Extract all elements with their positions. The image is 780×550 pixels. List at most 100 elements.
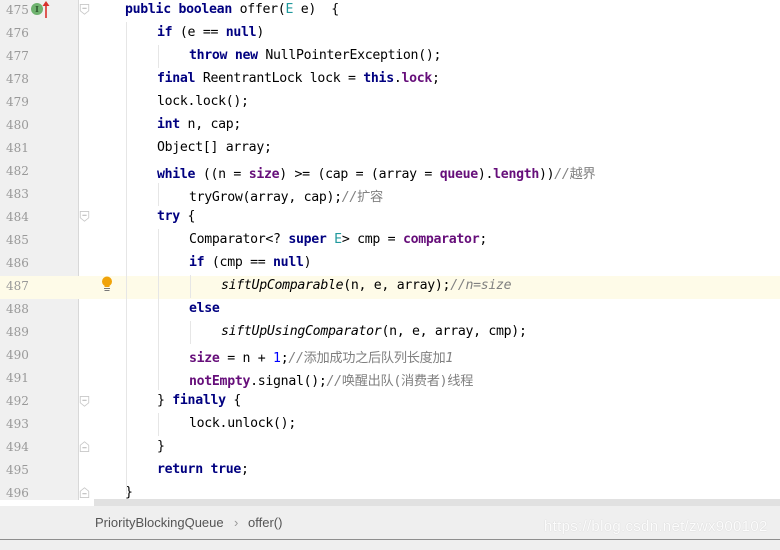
code-line[interactable]: 482 while ((n = size) >= (cap = (array = … xyxy=(0,161,780,184)
horizontal-scrollbar[interactable] xyxy=(94,499,780,506)
code-text[interactable]: else xyxy=(189,301,220,316)
code-line[interactable]: 478 final ReentrantLock lock = this.lock; xyxy=(0,69,780,92)
code-token: (n, e, array, cmp); xyxy=(381,324,527,339)
line-number[interactable]: 486 xyxy=(6,256,36,270)
code-line[interactable]: 486 if (cmp == null) xyxy=(0,253,780,276)
code-line[interactable]: 491 notEmpty.signal();//唤醒出队(消费者)线程 xyxy=(0,368,780,391)
code-line[interactable]: 490 size = n + 1;//添加成功之后队列长度加1 xyxy=(0,345,780,368)
code-line[interactable]: 488 else xyxy=(0,299,780,322)
code-token: ; xyxy=(241,462,249,477)
code-text[interactable]: int n, cap; xyxy=(157,117,241,132)
line-number[interactable]: 490 xyxy=(6,348,36,362)
code-line[interactable]: 484 try { xyxy=(0,207,780,230)
code-text[interactable]: while ((n = size) >= (cap = (array = que… xyxy=(157,163,596,182)
line-number[interactable]: 485 xyxy=(6,233,36,247)
line-number[interactable]: 487 xyxy=(6,279,36,293)
line-number[interactable]: 480 xyxy=(6,118,36,132)
fold-collapse-icon[interactable] xyxy=(79,4,90,15)
line-number[interactable]: 478 xyxy=(6,72,36,86)
code-token: this xyxy=(363,71,394,86)
line-number[interactable]: 492 xyxy=(6,394,36,408)
code-line[interactable]: 483 tryGrow(array, cap);//扩容 xyxy=(0,184,780,207)
code-token: public xyxy=(125,2,171,17)
code-token: return xyxy=(157,462,203,477)
code-line[interactable]: 481 Object[] array; xyxy=(0,138,780,161)
code-line[interactable]: 475 public boolean offer(E e) { xyxy=(0,0,780,23)
line-number[interactable]: 488 xyxy=(6,302,36,316)
line-number[interactable]: 494 xyxy=(6,440,36,454)
line-number[interactable]: 489 xyxy=(6,325,36,339)
indent-guide xyxy=(158,183,159,206)
code-text[interactable]: if (cmp == null) xyxy=(189,255,312,270)
code-text[interactable]: } xyxy=(157,439,165,454)
code-text[interactable]: lock.lock(); xyxy=(157,94,249,109)
code-text[interactable]: notEmpty.signal();//唤醒出队(消费者)线程 xyxy=(189,370,473,389)
code-token: n, cap; xyxy=(179,117,242,132)
overriding-arrow-icon[interactable] xyxy=(42,1,50,19)
code-line[interactable]: 495 return true; xyxy=(0,460,780,483)
fold-expand-end-icon[interactable] xyxy=(79,441,90,452)
code-token: else xyxy=(189,301,220,316)
code-token: ; xyxy=(432,71,440,86)
code-text[interactable]: final ReentrantLock lock = this.lock; xyxy=(157,71,440,86)
code-token: { xyxy=(179,209,196,224)
breadcrumb-item-class[interactable]: PriorityBlockingQueue xyxy=(95,515,224,530)
code-token: .signal(); xyxy=(250,374,327,389)
code-text[interactable]: } finally { xyxy=(157,393,241,408)
code-text[interactable]: Object[] array; xyxy=(157,140,272,155)
code-line[interactable]: 476 if (e == null) xyxy=(0,23,780,46)
code-line[interactable]: 492 } finally { xyxy=(0,391,780,414)
breadcrumb-item-method[interactable]: offer() xyxy=(248,515,282,530)
code-text[interactable]: try { xyxy=(157,209,196,224)
code-line[interactable]: 485 Comparator<? super E> cmp = comparato… xyxy=(0,230,780,253)
line-number[interactable]: 483 xyxy=(6,187,36,201)
line-number[interactable]: 491 xyxy=(6,371,36,385)
code-line[interactable]: 489 siftUpUsingComparator(n, e, array, cm… xyxy=(0,322,780,345)
fold-collapse-icon[interactable] xyxy=(79,396,90,407)
line-number[interactable]: 493 xyxy=(6,417,36,431)
code-token: ) xyxy=(256,25,264,40)
line-number[interactable]: 496 xyxy=(6,486,36,500)
code-token: siftUpComparable xyxy=(221,278,344,293)
fold-collapse-icon[interactable] xyxy=(79,211,90,222)
code-line[interactable]: 496} xyxy=(0,483,780,500)
code-token: 扩容 xyxy=(357,190,383,205)
intention-lightbulb-icon[interactable] xyxy=(101,276,113,292)
code-token: // xyxy=(288,351,304,366)
code-text[interactable]: lock.unlock(); xyxy=(189,416,296,431)
line-number[interactable]: 477 xyxy=(6,49,36,63)
code-token: = n + xyxy=(219,351,274,366)
code-text[interactable]: tryGrow(array, cap);//扩容 xyxy=(189,186,383,205)
code-token: { xyxy=(225,393,242,408)
indent-guide xyxy=(158,229,159,390)
code-token: super xyxy=(288,232,327,247)
code-token: offer( xyxy=(231,2,286,17)
indent-guide xyxy=(158,413,159,436)
code-text[interactable]: size = n + 1;//添加成功之后队列长度加1 xyxy=(189,347,453,366)
code-token: E xyxy=(285,2,294,17)
fold-expand-end-icon[interactable] xyxy=(79,487,90,498)
code-editor[interactable]: 475 public boolean offer(E e) { 476 if (e =… xyxy=(0,0,780,500)
line-number[interactable]: 495 xyxy=(6,463,36,477)
line-number[interactable]: 482 xyxy=(6,164,36,178)
code-text[interactable]: if (e == null) xyxy=(157,25,264,40)
code-text[interactable]: throw new NullPointerException(); xyxy=(189,48,441,63)
code-text[interactable]: return true; xyxy=(157,462,249,477)
code-token: if xyxy=(189,255,205,270)
line-number[interactable]: 476 xyxy=(6,26,36,40)
line-number[interactable]: 479 xyxy=(6,95,36,109)
code-text[interactable]: siftUpComparable(n, e, array);//n=size xyxy=(221,278,512,293)
code-line[interactable]: 479 lock.lock(); xyxy=(0,92,780,115)
code-text[interactable]: siftUpUsingComparator(n, e, array, cmp); xyxy=(221,324,527,339)
code-text[interactable]: public boolean offer(E e) { xyxy=(125,2,339,17)
code-line[interactable]: 494} xyxy=(0,437,780,460)
code-line[interactable]: 477 throw new NullPointerException(); xyxy=(0,46,780,69)
code-text[interactable]: Comparator<? super E> cmp = comparator; xyxy=(189,232,487,247)
code-token: } xyxy=(157,439,165,454)
code-line[interactable]: 480 int n, cap; xyxy=(0,115,780,138)
line-number[interactable]: 484 xyxy=(6,210,36,224)
code-token: ReentrantLock lock = xyxy=(195,71,364,86)
code-line[interactable]: 493 lock.unlock(); xyxy=(0,414,780,437)
code-line[interactable]: 487 siftUpComparable(n, e, array);//n=siz… xyxy=(0,276,780,299)
line-number[interactable]: 481 xyxy=(6,141,36,155)
